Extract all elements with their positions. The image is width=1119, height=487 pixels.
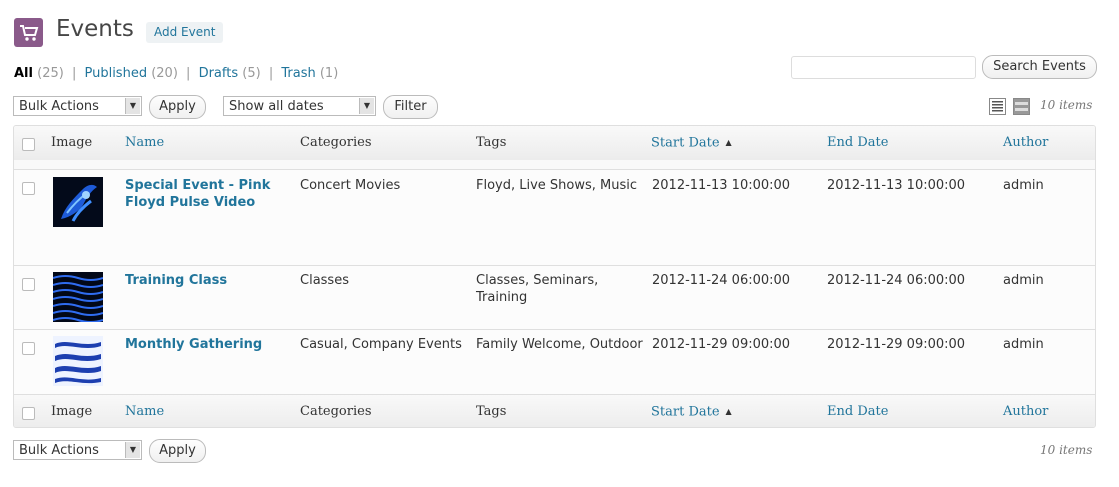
view-drafts[interactable]: Drafts <box>199 66 239 81</box>
event-thumbnail[interactable] <box>53 177 103 227</box>
select-all-checkbox-footer[interactable] <box>22 407 35 420</box>
view-trash[interactable]: Trash <box>281 66 315 81</box>
event-thumbnail[interactable] <box>52 272 104 323</box>
event-start-date: 2012-11-13 10:00:00 <box>652 178 791 193</box>
row-checkbox[interactable] <box>22 182 35 195</box>
column-categories: Categories <box>300 135 372 150</box>
column-start-date-label: Start Date <box>651 135 720 151</box>
table-row: Training Class Classes Classes, Seminars… <box>14 265 1095 330</box>
event-tags: Floyd, Live Shows, Music <box>476 178 638 193</box>
separator: | <box>71 66 77 81</box>
column-end-date[interactable]: End Date <box>827 395 888 427</box>
column-tags: Tags <box>476 135 507 150</box>
select-all-checkbox[interactable] <box>22 138 35 151</box>
sort-ascending-icon: ▲ <box>725 407 732 416</box>
events-menu-icon <box>14 18 43 47</box>
column-tags: Tags <box>476 404 507 419</box>
dropdown-arrow-icon: ▼ <box>125 98 140 114</box>
excerpt-view-icon[interactable] <box>1013 98 1030 115</box>
view-trash-count: (1) <box>319 66 339 81</box>
event-end-date: 2012-11-24 06:00:00 <box>827 273 966 288</box>
view-all-count: (25) <box>37 66 64 81</box>
event-tags: Family Welcome, Outdoor <box>476 337 643 352</box>
column-start-date[interactable]: Start Date ▲ <box>651 395 732 427</box>
event-thumbnail[interactable] <box>53 336 103 386</box>
search-input[interactable] <box>791 56 976 79</box>
event-title[interactable]: Special Event - Pink Floyd Pulse Video <box>125 177 270 211</box>
table-footer: Image Name Categories Tags Start Date ▲ E… <box>14 394 1095 427</box>
view-published-count: (20) <box>151 66 178 81</box>
column-name[interactable]: Name <box>125 126 164 160</box>
event-end-date: 2012-11-29 09:00:00 <box>827 337 966 352</box>
bulk-actions-select-bottom[interactable]: Bulk Actions ▼ <box>13 440 142 460</box>
sort-ascending-icon: ▲ <box>725 138 732 147</box>
view-all[interactable]: All <box>14 66 33 81</box>
events-table: Image Name Categories Tags Start Date ▲ E… <box>13 125 1096 428</box>
bulk-actions-select-top[interactable]: Bulk Actions ▼ <box>13 96 142 116</box>
column-end-date[interactable]: End Date <box>827 126 888 160</box>
column-name[interactable]: Name <box>125 395 164 427</box>
list-view-icon[interactable] <box>989 98 1006 115</box>
event-title[interactable]: Training Class <box>125 272 227 289</box>
event-categories: Casual, Company Events <box>300 337 462 352</box>
column-categories: Categories <box>300 404 372 419</box>
date-filter-select[interactable]: Show all dates ▼ <box>223 96 376 116</box>
view-drafts-count: (5) <box>242 66 261 81</box>
status-filter-links: All (25) | Published (20) | Drafts (5) |… <box>14 66 338 81</box>
date-filter-value: Show all dates <box>229 99 324 114</box>
search-events-button[interactable]: Search Events <box>982 55 1097 79</box>
event-author[interactable]: admin <box>1003 272 1044 289</box>
event-categories: Concert Movies <box>300 178 401 193</box>
column-image: Image <box>51 404 93 419</box>
apply-button-top[interactable]: Apply <box>149 95 206 119</box>
event-title[interactable]: Monthly Gathering <box>125 336 262 353</box>
column-author[interactable]: Author <box>1003 395 1048 427</box>
separator: | <box>268 66 274 81</box>
items-count-top: 10 items <box>1040 98 1093 112</box>
event-tags-line1: Classes, Seminars, <box>476 273 599 288</box>
view-published[interactable]: Published <box>84 66 147 81</box>
event-start-date: 2012-11-24 06:00:00 <box>652 273 791 288</box>
items-count-bottom: 10 items <box>1040 443 1093 457</box>
table-row: Monthly Gathering Casual, Company Events… <box>14 329 1095 395</box>
event-categories: Classes <box>300 273 349 288</box>
apply-button-bottom[interactable]: Apply <box>149 439 206 463</box>
event-author[interactable]: admin <box>1003 336 1044 353</box>
page-title: Events <box>56 16 134 42</box>
add-event-button[interactable]: Add Event <box>146 22 224 43</box>
event-tags: Classes, Seminars, Training <box>476 272 598 306</box>
event-start-date: 2012-11-29 09:00:00 <box>652 337 791 352</box>
row-checkbox[interactable] <box>22 342 35 355</box>
row-checkbox[interactable] <box>22 278 35 291</box>
table-row: Special Event - Pink Floyd Pulse Video C… <box>14 169 1095 266</box>
dropdown-arrow-icon: ▼ <box>125 442 140 458</box>
bulk-actions-value: Bulk Actions <box>19 99 99 114</box>
filter-button[interactable]: Filter <box>383 95 438 119</box>
event-end-date: 2012-11-13 10:00:00 <box>827 178 966 193</box>
event-title-line1: Special Event - Pink <box>125 178 271 193</box>
table-header: Image Name Categories Tags Start Date ▲ E… <box>14 126 1095 160</box>
event-author[interactable]: admin <box>1003 177 1044 194</box>
event-tags-line2: Training <box>476 290 528 305</box>
bulk-actions-value: Bulk Actions <box>19 443 99 458</box>
dropdown-arrow-icon: ▼ <box>359 98 374 114</box>
column-image: Image <box>51 135 93 150</box>
separator: | <box>186 66 191 81</box>
event-title-line2: Floyd Pulse Video <box>125 195 256 210</box>
column-author[interactable]: Author <box>1003 126 1048 160</box>
column-start-date[interactable]: Start Date ▲ <box>651 126 732 160</box>
column-start-date-label: Start Date <box>651 404 720 420</box>
